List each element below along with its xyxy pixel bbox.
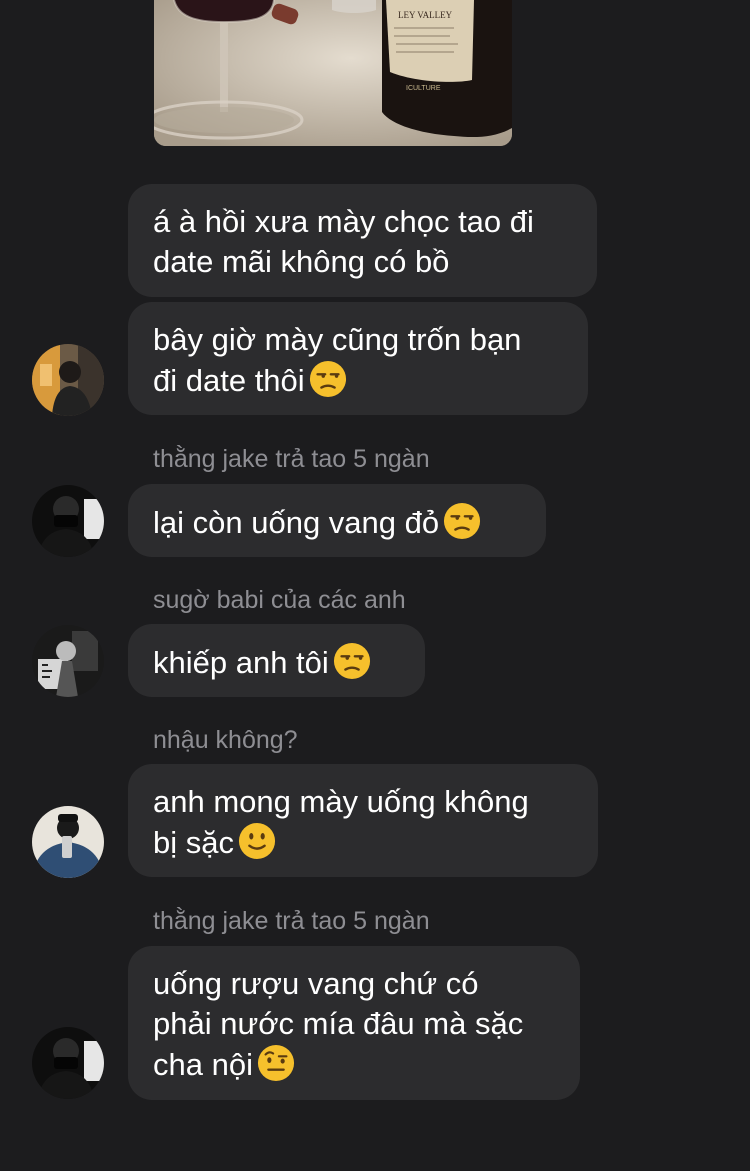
label-text-1: LEY VALLEY (398, 10, 453, 20)
message-bubble[interactable]: uống rượu vang chứ có phải nước mía đâu … (128, 946, 580, 1100)
message-text: đi date thôi (153, 363, 305, 398)
message-text: phải nước mía đâu mà sặc (153, 1006, 524, 1041)
avatar[interactable] (32, 1027, 104, 1099)
unamused-face-icon (444, 502, 481, 540)
message-text: uống rượu vang chứ có (153, 966, 479, 1001)
sender-name: thằng jake trả tao 5 ngàn (153, 907, 430, 935)
avatar[interactable] (32, 625, 104, 697)
sender-name: nhậu không? (153, 726, 298, 754)
avatar[interactable] (32, 344, 104, 416)
unamused-face-icon (333, 642, 370, 680)
message-text: khiếp anh tôi (153, 645, 329, 680)
unamused-face-icon (309, 360, 346, 398)
label-text-2: ICULTURE (406, 85, 441, 92)
message-text: lại còn uống vang đỏ (153, 505, 440, 540)
avatar[interactable] (32, 806, 104, 878)
message-text: bị sặc (153, 825, 234, 860)
slightly-smiling-face-icon (238, 822, 276, 860)
avatar[interactable] (32, 485, 104, 557)
message-bubble[interactable]: lại còn uống vang đỏ (128, 484, 546, 557)
message-text: cha nội (153, 1047, 253, 1082)
message-bubble[interactable]: bây giờ mày cũng trốn bạn đi date thôi (128, 302, 588, 415)
message-bubble[interactable]: á à hồi xưa mày chọc tao đi date mãi khô… (128, 184, 597, 297)
face-with-raised-eyebrow-icon (257, 1044, 295, 1082)
message-bubble[interactable]: khiếp anh tôi (128, 624, 425, 697)
message-bubble[interactable]: anh mong mày uống không bị sặc (128, 764, 598, 877)
message-text: date mãi không có bồ (153, 244, 450, 279)
message-text: bây giờ mày cũng trốn bạn (153, 322, 522, 357)
shared-photo[interactable]: LEY VALLEY ICULTURE (154, 0, 512, 146)
sender-name: thằng jake trả tao 5 ngàn (153, 445, 430, 473)
message-text: á à hồi xưa mày chọc tao đi (153, 204, 534, 239)
message-text: anh mong mày uống không (153, 784, 529, 819)
sender-name: sugờ babi của các anh (153, 586, 406, 614)
